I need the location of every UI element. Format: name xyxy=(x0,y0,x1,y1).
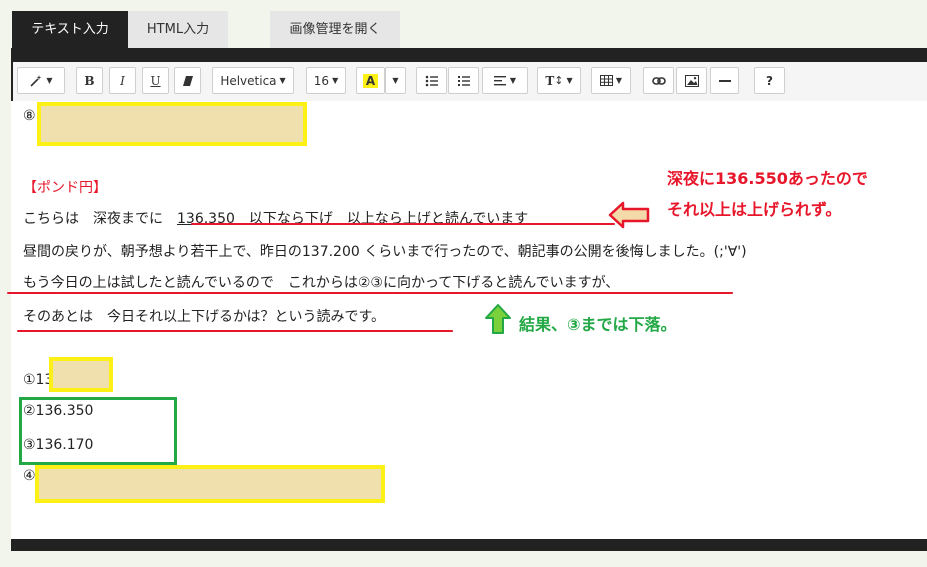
eraser-button[interactable] xyxy=(174,67,201,94)
chevron-down-icon: ▼ xyxy=(279,76,286,85)
bullet-list-icon xyxy=(425,75,438,86)
chevron-down-icon: ▼ xyxy=(46,76,53,85)
chevron-down-icon: ▼ xyxy=(566,76,573,85)
underline-button[interactable]: U xyxy=(142,67,169,94)
text-color-dropdown[interactable]: ▼ xyxy=(385,67,406,94)
insert-link-button[interactable] xyxy=(643,67,674,94)
chevron-down-icon: ▼ xyxy=(332,76,339,85)
text-line-1: こちらは 深夜までに 136.350 以下なら下げ 以上なら上げと読んでいます xyxy=(23,208,528,228)
left-arrow-icon xyxy=(608,201,650,229)
editor-bottom-bar xyxy=(11,539,927,551)
font-size-dropdown[interactable]: 16 ▼ xyxy=(306,67,346,94)
red-underline-line1 xyxy=(191,223,615,225)
eraser-icon xyxy=(182,75,193,86)
section-title: 【ポンド円】 xyxy=(23,180,107,196)
paragraph-align-dropdown[interactable]: ▼ xyxy=(482,67,528,94)
table-icon xyxy=(599,75,613,86)
italic-button[interactable]: I xyxy=(109,67,136,94)
tab-text-input[interactable]: テキスト入力 xyxy=(12,11,128,48)
chevron-down-icon: ▼ xyxy=(615,76,623,85)
editor-tabs: テキスト入力 HTML入力 画像管理を開く xyxy=(12,11,400,48)
font-size-value: 16 xyxy=(313,73,330,88)
red-annotation-line1: 深夜に136.550あったので xyxy=(667,169,868,188)
red-underline-line4 xyxy=(17,330,453,332)
masked-value-box xyxy=(49,357,113,392)
magic-wand-style-button[interactable]: ▼ xyxy=(17,67,65,94)
list-item-3: ③136.170 xyxy=(23,437,94,453)
rich-text-editor: ▼ B I U Helvetica ▼ 16 ▼ A ▼ ▼ T ↕ ▼ ▼ ?… xyxy=(7,48,927,551)
insert-table-dropdown[interactable]: ▼ xyxy=(591,67,631,94)
line-height-dropdown[interactable]: T ↕ ▼ xyxy=(537,67,581,94)
masked-value-box xyxy=(37,102,307,146)
align-left-icon xyxy=(493,76,506,86)
font-family-value: Helvetica xyxy=(220,73,277,88)
chevron-down-icon: ▼ xyxy=(509,76,517,85)
chevron-down-icon: ▼ xyxy=(392,76,399,85)
text-line-4: そのあとは 今日それ以上下げるかは？という読みです。 xyxy=(23,309,386,325)
text-color-a-icon: A xyxy=(362,73,379,88)
magic-wand-icon xyxy=(30,74,42,87)
insert-image-button[interactable] xyxy=(676,67,707,94)
editor-toolbar: ▼ B I U Helvetica ▼ 16 ▼ A ▼ ▼ T ↕ ▼ ▼ ? xyxy=(13,62,927,102)
green-annotation: 結果、③までは下落。 xyxy=(519,315,677,334)
red-annotation-line2: それ以上は上げられず。 xyxy=(667,200,842,219)
item8-marker: ⑧ xyxy=(23,108,36,124)
numbered-list-icon xyxy=(457,75,470,86)
list-item-2: ②136.350 xyxy=(23,403,94,419)
line1-prefix: こちらは 深夜までに xyxy=(23,211,177,227)
font-family-dropdown[interactable]: Helvetica ▼ xyxy=(212,67,294,94)
text-line-3: もう今日の上は試したと読んでいるので これからは②③に向かって下げると読んでいま… xyxy=(23,275,620,291)
link-icon xyxy=(651,76,666,85)
text-color-button[interactable]: A xyxy=(356,67,385,94)
bold-button[interactable]: B xyxy=(76,67,103,94)
up-down-arrow-icon: ↕ xyxy=(554,74,564,87)
item4-marker: ④ xyxy=(23,468,36,484)
masked-value-box xyxy=(35,465,385,503)
help-button[interactable]: ? xyxy=(754,67,785,94)
up-arrow-icon xyxy=(485,304,511,334)
text-line-2: 昼間の戻りが、朝予想より若干上で、昨日の137.200 くらいまで行ったので、朝… xyxy=(23,244,747,260)
ordered-list-button[interactable] xyxy=(448,67,479,94)
open-image-manager-button[interactable]: 画像管理を開く xyxy=(270,11,400,48)
tab-html-input[interactable]: HTML入力 xyxy=(128,11,228,48)
image-icon xyxy=(684,74,699,87)
text-height-icon: T xyxy=(545,73,555,88)
horizontal-rule-icon xyxy=(718,79,731,82)
horizontal-rule-button[interactable] xyxy=(710,67,739,94)
unordered-list-button[interactable] xyxy=(416,67,447,94)
red-underline-line3 xyxy=(7,292,733,294)
